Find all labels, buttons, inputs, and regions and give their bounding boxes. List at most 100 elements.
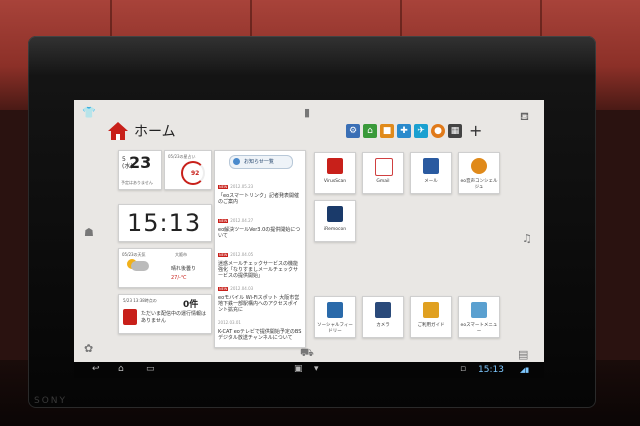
app-social-feedly[interactable]: ソーシャルフィードリー xyxy=(314,296,356,338)
news-date: 2012.04.05 xyxy=(230,252,254,257)
fortune-number: 92 xyxy=(191,170,200,177)
app-smart-menu[interactable]: eoスマートメニュー xyxy=(458,296,500,338)
home-icon[interactable]: ⌂ xyxy=(363,124,377,138)
news-text: eo解決ツールVer3.0の提供開始について xyxy=(218,227,301,239)
app-label: Gmail xyxy=(376,179,390,184)
date-widget[interactable]: 5 (水) 23 予定はありません xyxy=(118,150,162,190)
clock-widget[interactable]: 15:13 xyxy=(118,204,212,242)
system-clock[interactable]: 15:13 xyxy=(478,365,504,375)
plane-icon[interactable]: ✈ xyxy=(414,124,428,138)
app-label: eo音声コンシェルジュ xyxy=(460,179,498,190)
news-text: 「eoスマートリンク」記者発表開催のご案内 xyxy=(218,193,299,205)
home-icon[interactable] xyxy=(108,122,128,140)
app-label: ご利用ガイド xyxy=(417,323,445,328)
app-guide[interactable]: ご利用ガイド xyxy=(410,296,452,338)
home-nav-icon[interactable]: ⌂ xyxy=(118,364,124,374)
envelope-icon xyxy=(423,158,439,174)
news-date: 2012.04.27 xyxy=(230,218,254,223)
clock-time: 15:13 xyxy=(127,209,202,237)
app-label: カメラ xyxy=(376,323,390,328)
info-icon xyxy=(233,158,240,165)
settings-icon[interactable]: ⚙ xyxy=(346,124,360,138)
train-count: 0件 xyxy=(183,300,199,310)
microphone-icon xyxy=(471,158,487,174)
home-header: ホーム xyxy=(108,120,176,142)
train-label: 5/23 13:38時点の xyxy=(123,298,157,303)
app-label: eoスマートメニュー xyxy=(460,323,498,334)
shirt-icon[interactable]: 👕 xyxy=(82,106,96,119)
camera-icon xyxy=(375,302,391,318)
weather-desc: 晴れ後曇り xyxy=(171,266,197,272)
weather-label: 05/23の天気 xyxy=(122,252,146,257)
fortune-widget[interactable]: 05/23の星占い 92 xyxy=(164,150,212,190)
app-voice-concierge[interactable]: eo音声コンシェルジュ xyxy=(458,152,500,194)
bezel-reflection xyxy=(28,36,596,76)
date-day: 23 xyxy=(129,153,152,172)
news-banner-label: お知らせ一覧 xyxy=(244,159,274,165)
page-title: ホーム xyxy=(134,124,176,140)
notification-icon[interactable]: ▾ xyxy=(314,364,319,374)
new-badge: NEW xyxy=(218,253,229,257)
add-icon[interactable]: + xyxy=(469,123,482,139)
app-label: メール xyxy=(424,179,438,184)
news-item[interactable]: 2012.03.01 K-CAT eoテレビで提供開始予定のBSデジタル放送チャ… xyxy=(218,309,302,341)
news-banner[interactable]: お知らせ一覧 xyxy=(229,155,293,169)
weather-temp: 27/-℃ xyxy=(171,275,187,281)
news-item[interactable]: NEW 2012.04.03 eoモバイル Wi-Fiスポット 大阪市営地下鉄一部… xyxy=(218,275,302,313)
news-item[interactable]: NEW 2012.04.05 迷惑メールチェックサービスの機能強化「なりすましメー… xyxy=(218,241,302,279)
screenshot-icon[interactable]: ▣ xyxy=(294,364,303,374)
fortune-label: 05/23の星占い xyxy=(168,154,196,159)
shortcut-bar: ⚙ ⌂ ■ ✚ ✈ ● ▦ + xyxy=(346,123,482,139)
news-item[interactable]: NEW 2012.04.27 eo解決ツールVer3.0の提供開始について xyxy=(218,207,302,239)
date-month: 5 xyxy=(122,156,126,163)
weather-city: 大阪市 xyxy=(175,252,187,257)
news-date: 2012.04.03 xyxy=(230,286,254,291)
app-label: iRemocon xyxy=(323,227,347,232)
settings-icon[interactable]: ● xyxy=(431,124,445,138)
menu-icon xyxy=(471,302,487,318)
shield-icon xyxy=(327,158,343,174)
new-badge: NEW xyxy=(218,185,229,189)
car-icon[interactable]: ⛟ xyxy=(300,346,314,361)
music-icon[interactable]: ♫ xyxy=(522,232,532,245)
news-item[interactable]: NEW 2012.05.23 「eoスマートリンク」記者発表開催のご案内 xyxy=(218,173,302,205)
tablet-screen: 👕 ☗ ✿ ▮ ♫ ⛟ ▤ ⛾ ホーム ⚙ ⌂ ■ ✚ ✈ ● ▦ + 5 (水)… xyxy=(74,100,544,378)
grid-icon[interactable]: ▦ xyxy=(448,124,462,138)
app-label: VirusScan xyxy=(323,179,347,184)
notification-icon[interactable]: ▫ xyxy=(460,364,466,374)
app-mail[interactable]: メール xyxy=(410,152,452,194)
app-virusscan[interactable]: VirusScan xyxy=(314,152,356,194)
cloud-icon xyxy=(131,261,149,271)
wifi-icon[interactable]: ◢▮ xyxy=(520,366,529,374)
recent-apps-icon[interactable]: ▭ xyxy=(146,364,155,374)
app-iremocon[interactable]: iRemocon xyxy=(314,200,356,242)
news-date: 2012.05.23 xyxy=(230,184,254,189)
weather-widget[interactable]: 05/23の天気 大阪市 晴れ後曇り 27/-℃ xyxy=(118,248,212,288)
bag-icon[interactable]: ▮ xyxy=(304,106,310,119)
back-icon[interactable]: ↩ xyxy=(92,364,100,374)
system-navigation-bar: ↩ ⌂ ▭ ▣ ▾ ▫ 15:13 ◢▮ xyxy=(74,362,544,378)
remote-icon xyxy=(327,206,343,222)
book-icon[interactable]: ▤ xyxy=(518,348,528,361)
date-note: 予定はありません xyxy=(121,180,153,185)
news-panel[interactable]: お知らせ一覧 NEW 2012.05.23 「eoスマートリンク」記者発表開催のご… xyxy=(214,150,306,348)
train-info: ただいま配信中の運行情報はありません xyxy=(141,311,207,324)
bus-icon xyxy=(123,309,137,325)
new-badge: NEW xyxy=(218,219,229,223)
brand-logo: SONY xyxy=(34,396,68,406)
news-date: 2012.03.01 xyxy=(218,320,241,325)
new-badge: NEW xyxy=(218,287,229,291)
mail-icon xyxy=(375,158,393,176)
feed-icon xyxy=(327,302,343,318)
ribbon-icon[interactable]: ✿ xyxy=(84,342,93,355)
person-icon[interactable]: ☗ xyxy=(84,226,94,239)
cart-icon[interactable]: ⛾ xyxy=(520,110,529,125)
news-text: K-CAT eoテレビで提供開始予定のBSデジタル放送チャンネルについて xyxy=(218,329,302,341)
app-gmail[interactable]: Gmail xyxy=(362,152,404,194)
train-widget[interactable]: 5/23 13:38時点の 0件 ただいま配信中の運行情報はありません xyxy=(118,294,212,334)
app-label: ソーシャルフィードリー xyxy=(317,323,353,334)
guide-icon xyxy=(423,302,439,318)
tools-icon[interactable]: ✚ xyxy=(397,124,411,138)
app-icon[interactable]: ■ xyxy=(380,124,394,138)
app-camera[interactable]: カメラ xyxy=(362,296,404,338)
